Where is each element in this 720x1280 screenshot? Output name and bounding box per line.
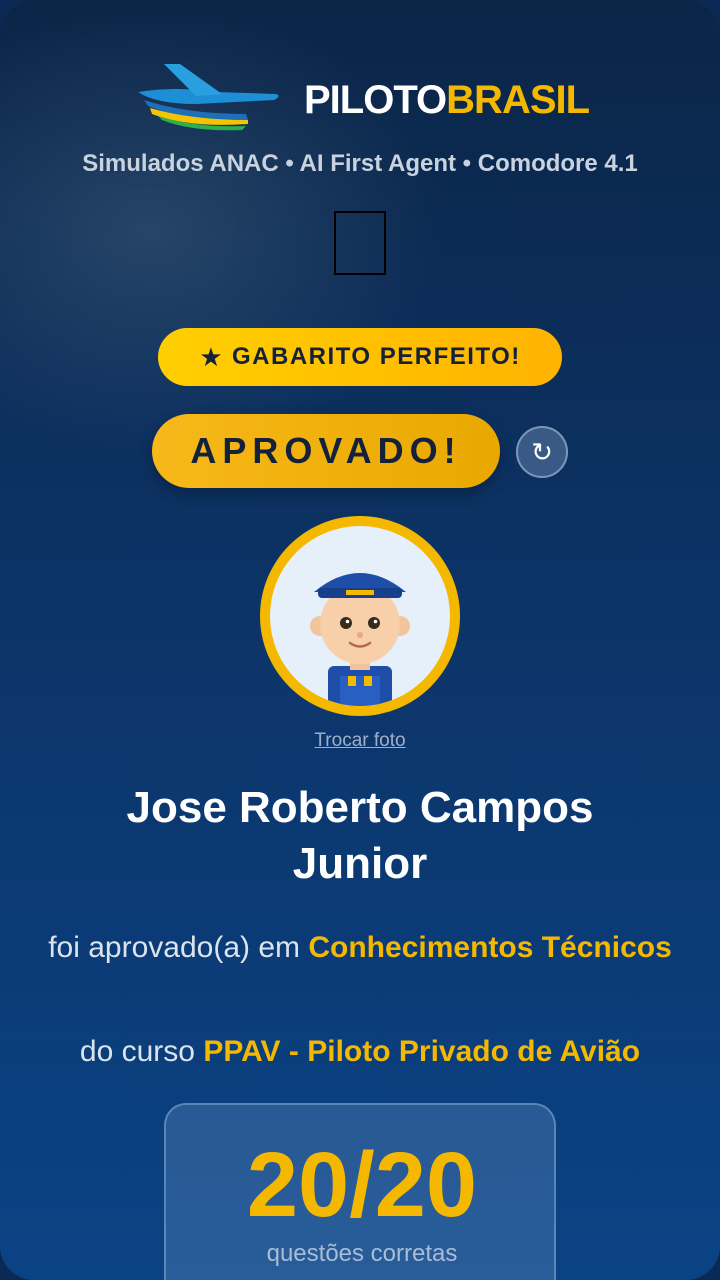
score-box: 20/20 questões corretas — [164, 1103, 556, 1280]
brand-part-brasil: BRASIL — [446, 78, 590, 122]
refresh-icon: ↻ — [531, 436, 553, 467]
star-icon: ★ — [199, 341, 224, 372]
perfect-score-badge: ★ GABARITO PERFEITO! — [158, 328, 562, 386]
approved-banner: APROVADO! — [152, 414, 500, 488]
score-value: 20/20 — [246, 1134, 478, 1236]
refresh-button[interactable]: ↻ — [516, 426, 568, 478]
score-label: questões corretas — [266, 1240, 458, 1267]
avatar[interactable] — [270, 526, 450, 706]
change-photo-link[interactable]: Trocar foto — [0, 729, 720, 753]
brand-title: PILOTOBRASIL — [304, 76, 590, 124]
approval-line: foi aprovado(a) em Conhecimentos Técnico… — [40, 928, 680, 968]
subject-name: Conhecimentos Técnicos — [308, 931, 672, 964]
approval-prefix: foi aprovado(a) em — [48, 931, 301, 964]
empty-placeholder-box — [334, 211, 386, 275]
pilot-avatar-icon — [310, 573, 410, 706]
course-line: do curso PPAV - Piloto Privado de Avião — [40, 1032, 680, 1072]
brand-part-piloto: PILOTO — [304, 78, 447, 122]
certificate-card: PILOTOBRASIL Simulados ANAC • AI First A… — [0, 0, 720, 1280]
course-name: PPAV - Piloto Privado de Avião — [203, 1035, 641, 1068]
airplane-logo-icon — [138, 64, 279, 131]
perfect-score-label: GABARITO PERFEITO! — [232, 343, 521, 370]
recipient-name: Jose Roberto Campos Junior — [126, 783, 594, 888]
header-subtitle: Simulados ANAC • AI First Agent • Comodo… — [82, 150, 638, 177]
course-prefix: do curso — [79, 1035, 195, 1068]
